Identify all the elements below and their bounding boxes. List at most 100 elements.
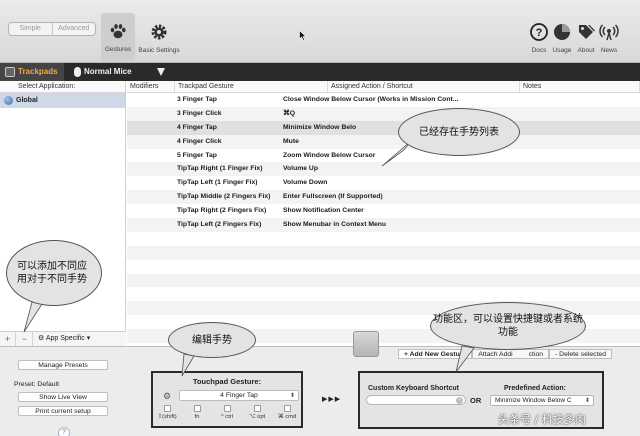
empty-row xyxy=(127,232,640,246)
add-app-button[interactable]: + xyxy=(0,332,16,346)
docs-label: Docs xyxy=(531,47,547,54)
action-cell: Show Notification Center xyxy=(283,207,364,215)
clear-icon[interactable]: × xyxy=(456,397,463,404)
mode-segmented-control[interactable]: Simple Advanced xyxy=(8,22,96,36)
chevron-updown-icon: ⬍ xyxy=(289,393,295,399)
modifier-label: ^ ctrl xyxy=(220,414,234,420)
action-cell: Close Window Below Cursor (Works in Miss… xyxy=(283,96,459,103)
device-tab-bar: Trackpads Normal Mice xyxy=(0,63,640,81)
attach-label-tail: ction xyxy=(528,351,544,358)
chevron-down-icon: ▾ xyxy=(86,335,91,342)
table-row[interactable]: TipTap Middle (2 Fingers Fix) Enter Fulls… xyxy=(127,190,640,205)
svg-text:?: ? xyxy=(536,27,543,39)
basic-settings-button[interactable]: Basic Settings xyxy=(136,14,182,60)
empty-row xyxy=(127,260,640,274)
gestures-label: Gestures xyxy=(104,46,132,53)
app-item-global-label: Global xyxy=(16,97,38,104)
modifier-fn-checkbox[interactable]: fn xyxy=(187,405,207,420)
callout-existing-gestures: 已经存在手势列表 xyxy=(398,108,520,156)
preset-label: Preset: Default xyxy=(14,381,59,388)
table-row[interactable]: 3 Finger Tap Close Window Below Cursor (W… xyxy=(127,93,640,107)
modifier-label: ⌘ cmd xyxy=(277,414,297,420)
modifier-cmd-checkbox[interactable]: ⌘ cmd xyxy=(277,405,297,420)
triangle-down-icon[interactable] xyxy=(155,66,167,78)
tags-icon xyxy=(579,25,595,39)
tab-trackpads[interactable]: Trackpads xyxy=(0,63,64,81)
gesture-select[interactable]: 4 Finger Tap ⬍ xyxy=(179,390,299,401)
gear-icon[interactable]: ⚙ xyxy=(163,391,171,402)
action-cell: Volume Up xyxy=(283,165,318,173)
custom-shortcut-title: Custom Keyboard Shortcut xyxy=(368,385,460,392)
remove-app-button[interactable]: − xyxy=(17,332,33,346)
app-item-global[interactable]: Global xyxy=(0,93,125,108)
mouse-cursor-icon xyxy=(299,30,307,41)
mouse-icon xyxy=(74,67,81,77)
attach-additional-action-button[interactable]: Attach Addi ction xyxy=(472,349,550,359)
gesture-editor-title: Touchpad Gesture: xyxy=(192,377,262,386)
tab-normal-mice[interactable]: Normal Mice xyxy=(66,63,144,81)
modifier-opt-checkbox[interactable]: ⌥ opt xyxy=(247,405,267,420)
action-cell: Show Menubar in Context Menu xyxy=(283,221,387,229)
mode-advanced-button[interactable]: Advanced xyxy=(51,23,96,35)
gesture-editor: Touchpad Gesture: ⚙ 4 Finger Tap ⬍ ⇧(shi… xyxy=(151,371,303,428)
record-button[interactable] xyxy=(353,331,379,357)
mode-simple-button[interactable]: Simple xyxy=(9,23,52,35)
table-row[interactable]: TipTap Right (2 Fingers Fix) Show Notific… xyxy=(127,204,640,218)
gesture-cell: TipTap Left (1 Finger Fix) xyxy=(177,179,258,187)
news-label: News xyxy=(600,47,618,54)
modifier-ctrl-checkbox[interactable]: ^ ctrl xyxy=(217,405,237,420)
predefined-action-select[interactable]: Minimize Window Below C ⬍ xyxy=(490,395,594,406)
tab-normal-mice-label: Normal Mice xyxy=(84,67,132,76)
watermark: 头条号 / 科技多肉 xyxy=(498,413,586,426)
about-button[interactable]: About xyxy=(575,14,597,60)
table-row-selected[interactable]: 4 Finger Tap Minimize Window Belo xyxy=(127,120,640,135)
app-specific-menu[interactable]: ⚙ App Specific ▾ xyxy=(38,334,90,342)
app-list-footer: + − ⚙ App Specific ▾ xyxy=(0,331,126,346)
triple-arrow-icon: ▶▶▶ xyxy=(322,396,342,403)
table-row[interactable]: TipTap Left (1 Finger Fix) Volume Down xyxy=(127,176,640,190)
header-assigned-action[interactable]: Assigned Action / Shortcut xyxy=(328,81,520,92)
docs-button[interactable]: ? Docs xyxy=(528,14,550,60)
gesture-cell: TipTap Left (2 Fingers Fix) xyxy=(177,221,262,229)
table-row[interactable]: TipTap Left (2 Fingers Fix) Show Menubar … xyxy=(127,218,640,232)
app-list-header: Select Application: xyxy=(0,81,125,93)
action-cell: Enter Fullscreen (If Supported) xyxy=(283,193,383,201)
modifier-shift-checkbox[interactable]: ⇧(shift) xyxy=(157,405,177,420)
custom-shortcut-field[interactable]: × xyxy=(366,395,466,405)
gestures-button[interactable]: Gestures xyxy=(101,13,135,61)
header-trackpad-gesture[interactable]: Trackpad Gesture xyxy=(175,81,328,92)
help-button[interactable]: ? xyxy=(58,427,70,436)
usage-label: Usage xyxy=(552,47,572,54)
header-notes[interactable]: Notes xyxy=(520,81,640,92)
gesture-cell: 4 Finger Tap xyxy=(177,123,217,131)
table-row[interactable]: 3 Finger Click ⌘Q xyxy=(127,106,640,121)
callout-function-area: 功能区，可以设置快捷键或者系统功能 xyxy=(430,302,586,350)
header-modifiers[interactable]: Modifiers xyxy=(127,81,175,92)
callout-add-apps: 可以添加不同应用对于不同手势 xyxy=(6,240,102,306)
delete-selected-button[interactable]: - Delete selected xyxy=(549,349,613,359)
gear-icon xyxy=(151,24,167,40)
globe-icon xyxy=(4,96,13,105)
show-live-view-button[interactable]: Show Live View xyxy=(18,392,108,402)
news-button[interactable]: News xyxy=(598,14,620,60)
tab-trackpads-label: Trackpads xyxy=(18,67,58,76)
gesture-cell: 5 Finger Tap xyxy=(177,151,217,159)
usage-button[interactable]: Usage xyxy=(551,14,573,60)
gesture-table: Modifiers Trackpad Gesture Assigned Acti… xyxy=(127,81,640,346)
action-cell: Volume Down xyxy=(283,179,328,187)
modifier-label: ⌥ opt xyxy=(248,414,266,420)
application-list: Select Application: Global + − ⚙ App Spe… xyxy=(0,81,126,346)
pie-chart-icon xyxy=(554,24,570,40)
paw-icon xyxy=(110,24,126,39)
attach-label: Attach Addi xyxy=(478,351,513,358)
gesture-select-value: 4 Finger Tap xyxy=(220,392,258,399)
action-buttons: + Add New Gesture Attach Addi ction - Del… xyxy=(398,349,613,359)
toolbar: Simple Advanced Gestures Basic Settings … xyxy=(0,0,640,63)
predefined-action-value: Minimize Window Below C xyxy=(495,397,572,404)
callout-edit-gesture: 编辑手势 xyxy=(168,322,256,358)
gesture-cell: TipTap Right (2 Fingers Fix) xyxy=(177,207,267,215)
print-setup-button[interactable]: Print current setup xyxy=(18,406,108,416)
manage-presets-button[interactable]: Manage Presets xyxy=(18,360,108,370)
chevron-updown-icon: ⬍ xyxy=(584,398,590,404)
trackpad-icon xyxy=(5,67,15,77)
